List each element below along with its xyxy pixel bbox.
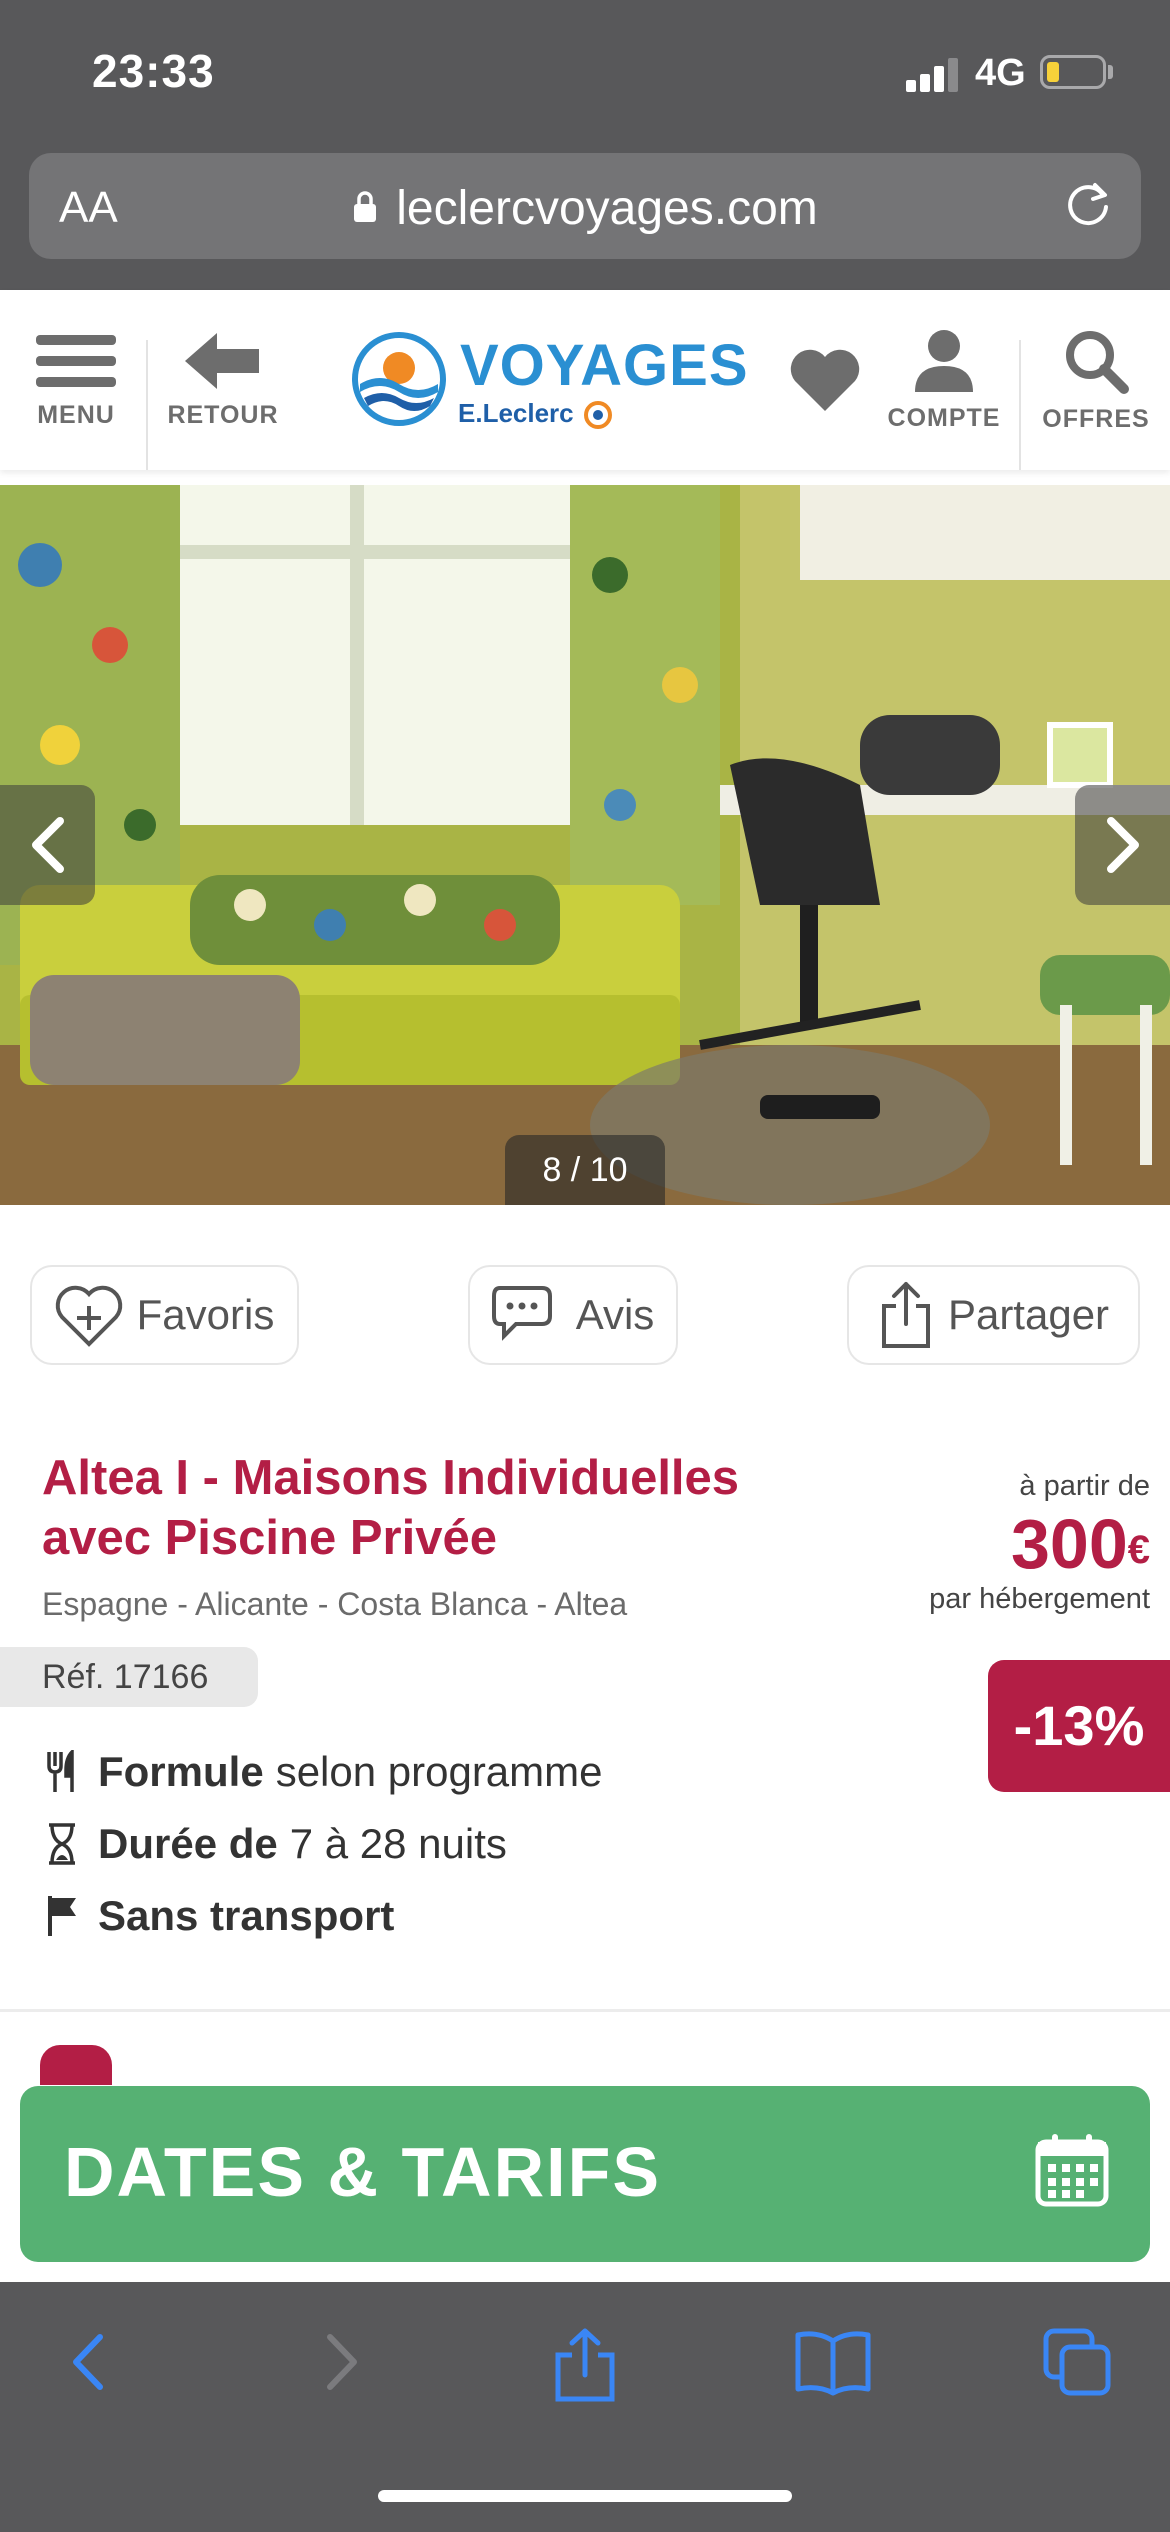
back-label: RETOUR <box>167 400 279 429</box>
section-divider <box>0 2009 1170 2012</box>
share-icon[interactable] <box>550 2327 620 2403</box>
hourglass-icon <box>49 1823 75 1865</box>
share-label: Partager <box>947 1291 1110 1338</box>
logo-sub: E.Leclerc <box>458 398 613 430</box>
product-title: Altea I - Maisons Individuelles avec Pis… <box>42 1451 740 1565</box>
photo-carousel[interactable]: 8 / 10 <box>0 485 1170 1205</box>
voyages-leclerc-logo[interactable]: VOYAGES E.Leclerc <box>352 332 748 432</box>
offers-search-button[interactable]: OFFRES <box>1036 290 1156 470</box>
logo-sub-text: E.Leclerc <box>458 398 574 428</box>
back-icon[interactable] <box>60 2327 120 2397</box>
wishlist-button[interactable] <box>782 290 868 470</box>
signal-icon <box>906 56 960 92</box>
feature-formula: Formule selon programme <box>46 1748 603 1796</box>
back-arrow-icon <box>185 332 259 389</box>
hamburger-icon <box>36 334 116 387</box>
price-currency: € <box>1127 1528 1150 1572</box>
carousel-prev-button[interactable] <box>0 785 95 905</box>
photo-counter: 8 / 10 <box>505 1135 665 1205</box>
reviews-label: Avis <box>575 1291 655 1338</box>
dates-tarifs-label: DATES & TARIFS <box>64 2133 662 2211</box>
back-button[interactable]: RETOUR <box>160 290 286 470</box>
status-time: 23:33 <box>92 45 215 97</box>
menu-label: MENU <box>37 400 115 429</box>
chevron-right-icon <box>1106 817 1139 873</box>
price-prefix: à partir de <box>1019 1470 1150 1502</box>
share-button[interactable]: Partager <box>847 1265 1140 1365</box>
chat-bubbles-icon <box>491 1286 552 1341</box>
calendar-icon <box>1035 2134 1109 2207</box>
product-reference: Réf. 17166 <box>0 1647 258 1707</box>
network-type: 4G <box>975 52 1026 94</box>
menu-button[interactable]: MENU <box>20 290 132 470</box>
bookmarks-icon[interactable] <box>794 2327 872 2397</box>
search-icon <box>1066 330 1129 394</box>
url-bar[interactable]: AA leclercvoyages.com <box>29 153 1141 259</box>
browser-chrome: 23:33 4G AA leclercvoyages.com <box>0 0 1170 290</box>
dates-tarifs-button[interactable]: DATES & TARIFS <box>20 2086 1150 2262</box>
share-icon <box>881 1282 930 1348</box>
feature-transport: Sans transport <box>46 1892 406 1940</box>
forward-icon[interactable] <box>310 2327 370 2397</box>
lock-icon <box>354 191 377 223</box>
url-display[interactable]: leclercvoyages.com <box>29 181 1141 236</box>
feature-formula-label: Formule <box>98 1748 264 1795</box>
url-text: leclercvoyages.com <box>396 182 818 235</box>
logo-emblem-icon <box>352 332 446 426</box>
price-value: 300€ <box>929 1507 1150 1581</box>
site-header: MENU RETOUR VOYAGES E.Leclerc COMPTE OFF… <box>0 290 1170 470</box>
flag-icon <box>48 1896 76 1936</box>
offers-label: OFFRES <box>1042 404 1150 433</box>
user-icon <box>915 329 973 392</box>
feature-duration-label: Durée de <box>98 1820 278 1867</box>
product-location: Espagne - Alicante - Costa Blanca - Alte… <box>42 1586 628 1622</box>
cutlery-icon <box>47 1750 74 1792</box>
price-block: à partir de 300€ par hébergement <box>929 1470 1150 1616</box>
discount-badge: -13% <box>988 1660 1170 1792</box>
carousel-next-button[interactable] <box>1075 785 1170 905</box>
favorites-button[interactable]: Favoris <box>30 1265 299 1365</box>
home-indicator[interactable] <box>378 2490 792 2502</box>
feature-duration: Durée de 7 à 28 nuits <box>46 1820 507 1868</box>
account-label: COMPTE <box>887 403 1001 432</box>
price-suffix: par hébergement <box>929 1583 1150 1615</box>
logo-word: VOYAGES <box>460 333 749 398</box>
room-photo <box>0 485 1170 1205</box>
feature-duration-value: 7 à 28 nuits <box>289 1820 507 1867</box>
reload-icon[interactable] <box>1059 177 1117 235</box>
header-divider <box>1019 340 1021 470</box>
section-tab-peek <box>40 2045 112 2085</box>
reviews-button[interactable]: Avis <box>468 1265 678 1365</box>
leclerc-mark-icon <box>583 401 612 430</box>
battery-icon <box>1040 55 1106 89</box>
chevron-left-icon <box>31 817 64 873</box>
account-button[interactable]: COMPTE <box>888 290 1000 470</box>
tabs-icon[interactable] <box>1042 2327 1114 2399</box>
heart-icon <box>790 349 860 411</box>
price-amount: 300 <box>1010 1505 1128 1583</box>
feature-transport-label: Sans transport <box>98 1892 395 1939</box>
header-divider <box>146 340 148 470</box>
feature-formula-value: selon programme <box>275 1748 603 1795</box>
favorites-label: Favoris <box>136 1291 275 1338</box>
battery-tip <box>1108 65 1113 79</box>
heart-plus-icon <box>55 1285 122 1347</box>
